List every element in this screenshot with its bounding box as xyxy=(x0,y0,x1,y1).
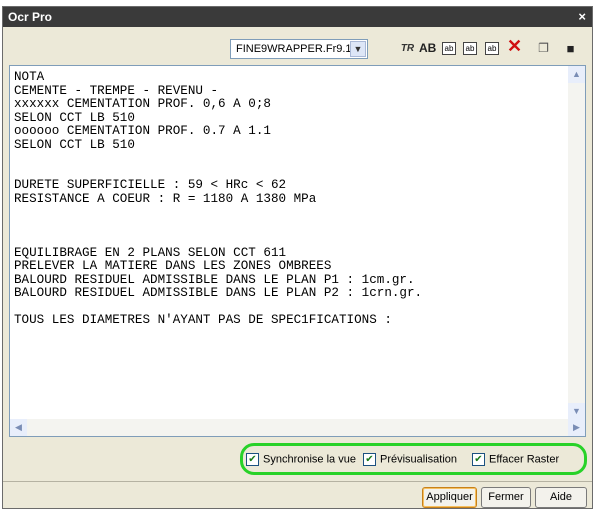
scroll-down-icon[interactable]: ▼ xyxy=(568,403,585,420)
title-bar: Ocr Pro × xyxy=(3,7,592,27)
vertical-scrollbar[interactable]: ▲ ▼ xyxy=(568,66,585,420)
checkbox-checked-icon[interactable]: ✔ xyxy=(472,453,485,466)
scroll-left-icon[interactable]: ◀ xyxy=(10,419,27,436)
checkbox-checked-icon[interactable]: ✔ xyxy=(246,453,259,466)
copy-icon[interactable]: ❐ xyxy=(535,40,552,57)
divider xyxy=(3,481,592,482)
ocr-text-area[interactable]: NOTA CEMENTE - TREMPE - REVENU - xxxxxx … xyxy=(9,65,586,437)
text-frame-icon[interactable]: ab xyxy=(442,42,456,55)
apply-button[interactable]: Appliquer xyxy=(422,487,477,508)
close-icon[interactable]: × xyxy=(578,9,586,24)
scroll-right-icon[interactable]: ▶ xyxy=(568,419,585,436)
wrapper-select-value: FINE9WRAPPER.Fr9.1 xyxy=(236,43,352,55)
preview-checkbox[interactable]: ✔ Prévisualisation xyxy=(363,453,457,466)
window-title: Ocr Pro xyxy=(8,10,53,24)
erase-raster-label: Effacer Raster xyxy=(489,453,560,466)
chevron-down-icon[interactable]: ▼ xyxy=(350,41,366,57)
text-block-icon[interactable]: ab xyxy=(485,42,499,55)
ocr-text-content: NOTA CEMENTE - TREMPE - REVENU - xxxxxx … xyxy=(14,70,423,327)
text-recognition-icon[interactable]: TR xyxy=(399,40,416,57)
sync-view-label: Synchronise la vue xyxy=(263,453,356,466)
preview-label: Prévisualisation xyxy=(380,453,458,466)
horizontal-scrollbar[interactable]: ◀ ▶ xyxy=(10,419,585,436)
save-icon[interactable]: ■ xyxy=(562,40,579,57)
close-button[interactable]: Fermer xyxy=(481,487,531,508)
scroll-up-icon[interactable]: ▲ xyxy=(568,66,585,83)
delete-icon[interactable]: ✕ xyxy=(506,37,523,55)
sync-view-checkbox[interactable]: ✔ Synchronise la vue xyxy=(246,453,356,466)
font-case-icon[interactable]: AB xyxy=(419,40,436,57)
ocr-pro-dialog: Ocr Pro × FINE9WRAPPER.Fr9.1 ▼ TR AB ab … xyxy=(2,6,593,509)
wrapper-select[interactable]: FINE9WRAPPER.Fr9.1 ▼ xyxy=(230,39,368,59)
help-button[interactable]: Aide xyxy=(535,487,587,508)
text-zone-icon[interactable]: ab xyxy=(463,42,477,55)
toolbar: FINE9WRAPPER.Fr9.1 ▼ TR AB ab ab ab ✕ ❐ … xyxy=(3,29,592,61)
checkbox-checked-icon[interactable]: ✔ xyxy=(363,453,376,466)
erase-raster-checkbox[interactable]: ✔ Effacer Raster xyxy=(472,453,559,466)
